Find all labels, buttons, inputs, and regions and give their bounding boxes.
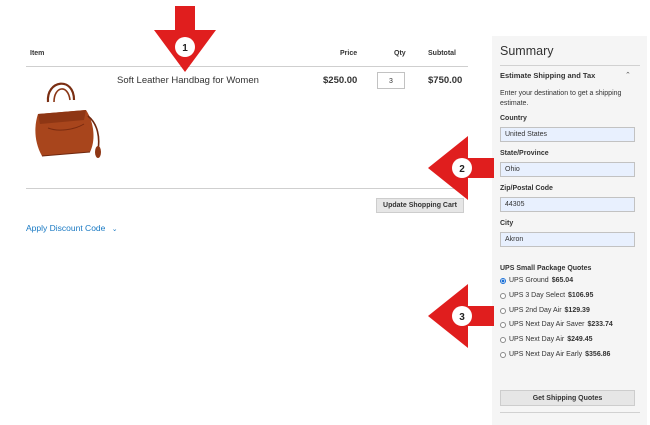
rate-price: $65.04 <box>551 277 574 284</box>
callout-number: 1 <box>182 43 188 54</box>
state-label: State/Province <box>500 150 549 157</box>
column-header-subtotal: Subtotal <box>428 50 456 57</box>
column-header-item: Item <box>30 50 45 57</box>
callout-number: 3 <box>459 312 465 323</box>
rate-label: UPS Next Day Air Early <box>509 351 583 358</box>
rate-option[interactable]: UPS Next Day Air Early $356.86 <box>500 351 610 358</box>
get-shipping-quotes-button[interactable]: Get Shipping Quotes <box>500 390 635 406</box>
rate-option[interactable]: UPS 3 Day Select $106.95 <box>500 292 593 299</box>
callout-number: 2 <box>459 164 465 175</box>
estimate-shipping-toggle[interactable]: Estimate Shipping and Tax <box>500 71 595 80</box>
estimate-description: Enter your destination to get a shipping… <box>500 90 622 107</box>
callout-arrow-2: 2 <box>428 136 494 200</box>
city-label: City <box>500 220 514 227</box>
state-select[interactable]: Ohio <box>500 162 635 177</box>
rate-price: $356.86 <box>585 351 611 358</box>
rate-label: UPS 3 Day Select <box>509 292 566 299</box>
country-select[interactable]: United States <box>500 127 635 142</box>
product-name[interactable]: Soft Leather Handbag for Women <box>117 75 259 86</box>
radio-unselected[interactable] <box>500 336 506 343</box>
zip-input[interactable]: 44305 <box>500 197 635 212</box>
rate-label: UPS 2nd Day Air <box>509 307 562 314</box>
column-header-qty: Qty <box>394 50 406 57</box>
rate-label: UPS Ground <box>509 277 549 284</box>
zip-label: Zip/Postal Code <box>500 185 553 192</box>
radio-unselected[interactable] <box>500 307 506 314</box>
city-input[interactable]: Akron <box>500 232 635 247</box>
summary-title: Summary <box>500 44 554 58</box>
rate-price: $233.74 <box>587 321 613 328</box>
radio-unselected[interactable] <box>500 292 506 299</box>
callout-arrow-3: 3 <box>428 284 494 348</box>
rate-option[interactable]: UPS Next Day Air $249.45 <box>500 336 593 343</box>
rate-price: $129.39 <box>564 307 590 314</box>
qty-input[interactable]: 3 <box>377 72 405 89</box>
radio-unselected[interactable] <box>500 351 506 358</box>
apply-discount-label: Apply Discount Code <box>26 223 106 233</box>
country-label: Country <box>500 115 527 122</box>
radio-unselected[interactable] <box>500 321 506 328</box>
item-subtotal: $750.00 <box>428 75 463 86</box>
update-cart-button[interactable]: Update Shopping Cart <box>376 198 464 213</box>
column-header-price: Price <box>340 50 358 57</box>
rate-option[interactable]: UPS Next Day Air Saver $233.74 <box>500 321 613 328</box>
rate-label: UPS Next Day Air <box>509 336 565 343</box>
callout-arrow-1: 1 <box>150 6 220 74</box>
apply-discount-link[interactable]: Apply Discount Code ⌄ <box>26 223 118 233</box>
rate-price: $249.45 <box>567 336 593 343</box>
summary-divider <box>500 412 640 413</box>
table-divider <box>26 66 468 67</box>
rate-price: $106.95 <box>568 292 594 299</box>
chevron-down-icon: ⌄ <box>111 226 118 233</box>
chevron-up-icon[interactable]: ⌃ <box>625 71 631 79</box>
rate-option[interactable]: UPS 2nd Day Air $129.39 <box>500 307 590 314</box>
rate-option[interactable]: UPS Ground $65.04 <box>500 277 573 284</box>
item-price: $250.00 <box>323 75 358 86</box>
summary-divider <box>500 65 640 66</box>
rate-label: UPS Next Day Air Saver <box>509 321 585 328</box>
radio-selected[interactable] <box>500 277 506 284</box>
table-divider <box>26 188 468 189</box>
ups-quotes-title: UPS Small Package Quotes <box>500 265 592 272</box>
handbag-image[interactable] <box>28 72 104 160</box>
